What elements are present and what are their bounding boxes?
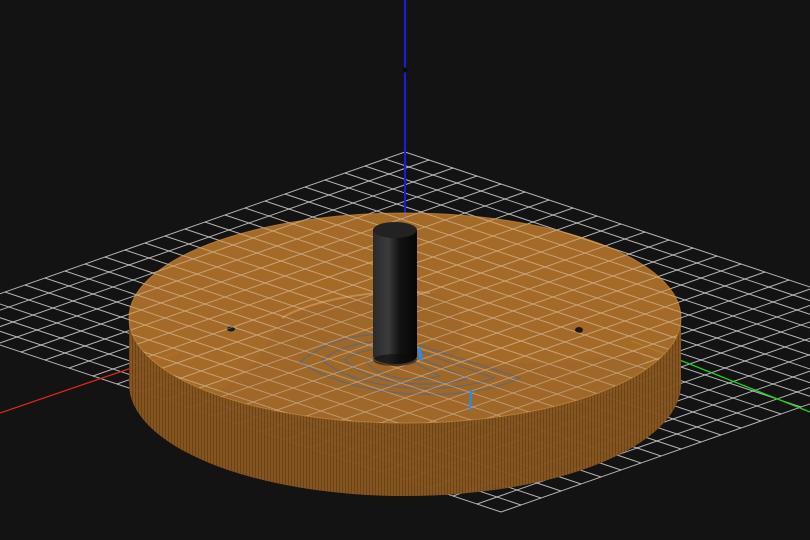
- tool-tip-shadow: [373, 354, 417, 366]
- tool-position-indicator: [469, 389, 472, 411]
- current-move-segment: [417, 347, 423, 361]
- cam-simulation-scene[interactable]: [0, 0, 810, 540]
- tool-body: [373, 230, 417, 364]
- z-axis-marker: [402, 67, 408, 73]
- cutting-tool: [373, 222, 417, 366]
- 3d-viewport[interactable]: [0, 0, 810, 540]
- tool-top: [373, 222, 417, 238]
